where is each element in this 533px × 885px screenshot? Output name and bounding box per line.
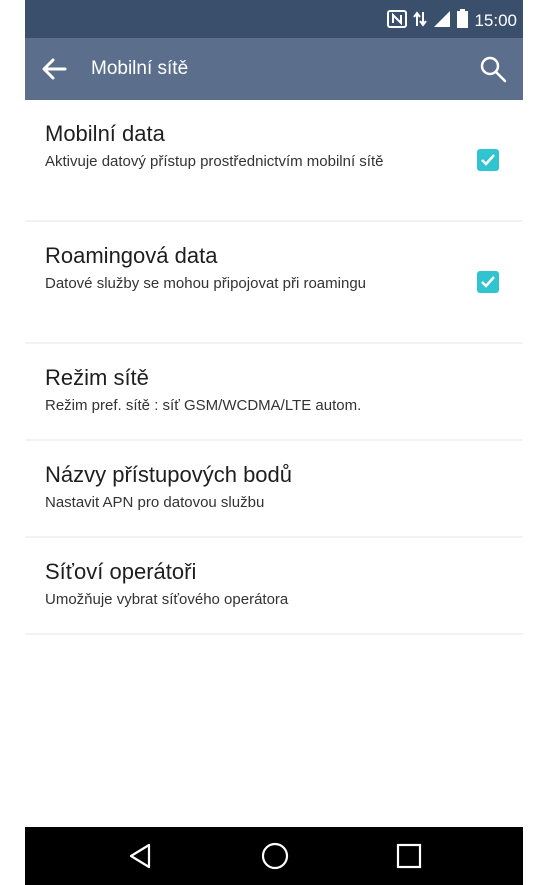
clock: 15:00 xyxy=(474,11,517,30)
back-triangle-icon xyxy=(129,843,151,869)
nfc-icon xyxy=(387,9,408,33)
setting-mobile-data[interactable]: Mobilní data Aktivuje datový přístup pro… xyxy=(25,100,523,222)
screen: 15:00 Mobilní sítě Mobilní data Aktivuje… xyxy=(0,0,533,885)
recents-square-icon xyxy=(396,843,422,869)
settings-list: Mobilní data Aktivuje datový přístup pro… xyxy=(25,100,523,635)
setting-title: Síťoví operátoři xyxy=(45,559,197,584)
setting-subtitle: Nastavit APN pro datovou službu xyxy=(45,494,265,511)
mobile-data-checkbox[interactable] xyxy=(477,149,499,171)
roaming-data-checkbox[interactable] xyxy=(477,271,499,293)
arrow-left-icon xyxy=(42,58,67,80)
setting-title: Mobilní data xyxy=(45,121,165,146)
setting-title: Režim sítě xyxy=(45,365,149,390)
network-icon xyxy=(413,10,428,33)
setting-access-point-names[interactable]: Názvy přístupových bodů Nastavit APN pro… xyxy=(25,441,523,538)
setting-subtitle: Aktivuje datový přístup prostřednictvím … xyxy=(45,153,384,170)
page-title: Mobilní sítě xyxy=(91,58,189,79)
phone-screen: 15:00 Mobilní sítě Mobilní data Aktivuje… xyxy=(25,0,523,885)
setting-subtitle: Režim pref. sítě : síť GSM/WCDMA/LTE aut… xyxy=(45,397,362,414)
check-icon xyxy=(481,154,495,166)
back-button[interactable] xyxy=(35,50,73,88)
status-icons: 15:00 xyxy=(387,9,517,33)
setting-title: Názvy přístupových bodů xyxy=(45,462,293,487)
nav-recents-button[interactable] xyxy=(379,835,439,877)
setting-title: Roamingová data xyxy=(45,243,218,268)
nav-home-button[interactable] xyxy=(245,835,305,877)
status-bar: 15:00 xyxy=(25,0,523,38)
navigation-bar xyxy=(25,827,523,885)
search-button[interactable] xyxy=(473,49,513,89)
setting-roaming-data[interactable]: Roamingová data Datové služby se mohou p… xyxy=(25,222,523,344)
signal-icon xyxy=(433,10,451,33)
setting-network-mode[interactable]: Režim sítě Režim pref. sítě : síť GSM/WC… xyxy=(25,344,523,441)
battery-icon xyxy=(457,9,469,33)
search-icon xyxy=(480,56,507,83)
home-circle-icon xyxy=(261,842,289,870)
setting-subtitle: Datové služby se mohou připojovat při ro… xyxy=(45,275,366,292)
app-bar: Mobilní sítě xyxy=(25,38,523,100)
setting-subtitle: Umožňuje vybrat síťového operátora xyxy=(45,591,289,608)
check-icon xyxy=(481,276,495,288)
nav-back-button[interactable] xyxy=(111,835,171,877)
setting-network-operators[interactable]: Síťoví operátoři Umožňuje vybrat síťovéh… xyxy=(25,538,523,635)
